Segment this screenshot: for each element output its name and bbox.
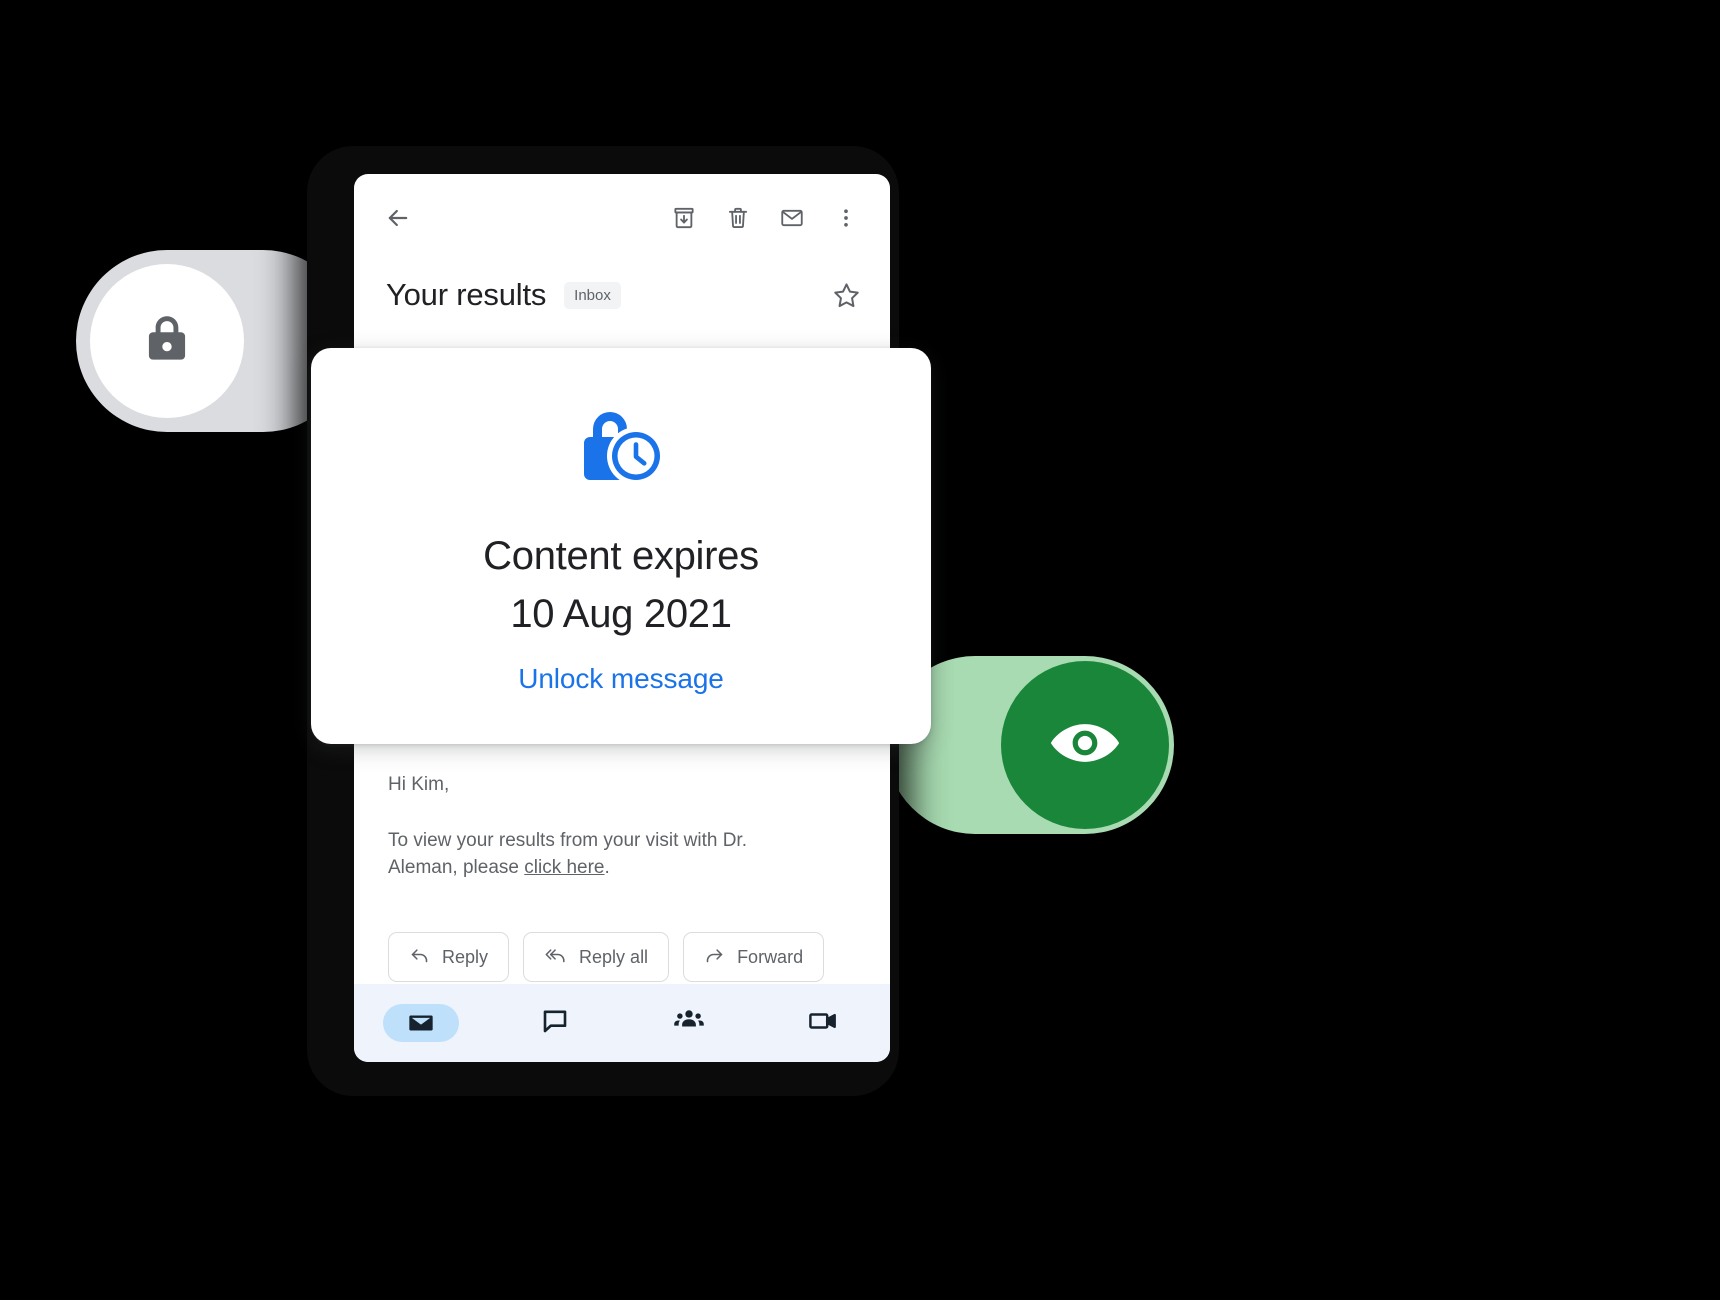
people-group-icon <box>673 1005 705 1042</box>
trash-icon[interactable] <box>718 198 758 238</box>
email-body: Hi Kim, To view your results from your v… <box>354 774 890 882</box>
forward-button-label: Forward <box>737 946 804 967</box>
screenshot-root: Your results Inbox Hi Kim, To view your … <box>0 0 1720 1300</box>
email-greeting: Hi Kim, <box>388 774 450 795</box>
reply-button[interactable]: Reply <box>388 932 510 982</box>
expiry-heading-line1: Content expires <box>483 534 759 578</box>
nav-item-mail[interactable] <box>354 1004 488 1042</box>
nav-item-rooms[interactable] <box>622 1005 756 1042</box>
reply-all-icon <box>544 944 567 970</box>
nav-item-chat[interactable] <box>488 1006 622 1041</box>
mail-icon <box>383 1004 459 1042</box>
archive-icon[interactable] <box>664 198 704 238</box>
expiry-heading-line2: 10 Aug 2021 <box>510 592 732 636</box>
lock-badge-disc <box>90 264 244 418</box>
forward-button[interactable]: Forward <box>683 932 825 982</box>
forward-icon <box>704 944 725 970</box>
lock-clock-icon <box>573 404 669 493</box>
paragraph-text-after: . <box>604 856 610 878</box>
video-camera-icon <box>807 1007 839 1040</box>
eye-badge-disc <box>1001 661 1169 829</box>
click-here-link[interactable]: click here <box>524 857 604 878</box>
chat-bubble-icon <box>540 1006 570 1041</box>
reply-icon <box>409 944 430 970</box>
bottom-navigation-bar <box>354 984 890 1062</box>
label-chip-inbox[interactable]: Inbox <box>564 281 621 309</box>
reply-all-button-label: Reply all <box>579 946 649 967</box>
nav-item-meet[interactable] <box>756 1007 890 1040</box>
mark-unread-icon[interactable] <box>772 198 812 238</box>
unlock-message-link[interactable]: Unlock message <box>518 663 724 695</box>
toolbar-actions <box>664 198 866 238</box>
star-outline-icon[interactable] <box>831 280 862 311</box>
email-paragraph: To view your results from your visit wit… <box>388 828 748 882</box>
content-expires-card: Content expires 10 Aug 2021 Unlock messa… <box>311 348 931 744</box>
more-vert-icon[interactable] <box>826 198 866 238</box>
email-action-row: Reply Reply all Forward <box>388 932 825 982</box>
mail-toolbar <box>354 174 890 262</box>
reply-button-label: Reply <box>442 946 489 967</box>
lock-icon <box>136 308 198 375</box>
subject-row: Your results Inbox <box>354 262 890 328</box>
eye-icon <box>1046 704 1124 787</box>
back-arrow-icon[interactable] <box>378 198 418 238</box>
page-title: Your results <box>386 277 547 312</box>
reply-all-button[interactable]: Reply all <box>523 932 670 982</box>
